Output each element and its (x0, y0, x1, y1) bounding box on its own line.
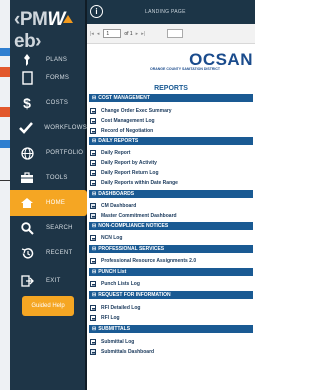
sidebar-item-label: TOOLS (46, 175, 68, 181)
report-icon (90, 118, 96, 124)
report-link[interactable]: NCN Log (90, 233, 254, 243)
report-link[interactable]: Daily Reports within Date Range (90, 178, 254, 188)
report-link[interactable]: Master Commitment Dashboard (90, 211, 254, 221)
report-icon (90, 128, 96, 134)
sidebar-item-tools[interactable]: TOOLS (10, 165, 87, 191)
report-icon (90, 160, 96, 166)
report-icon (90, 305, 96, 311)
page-number-input[interactable]: 1 (103, 29, 122, 38)
section-header[interactable]: ⊟ REQUEST FOR INFORMATION (89, 291, 253, 299)
dashboard-icon (90, 203, 96, 209)
zoom-select[interactable] (167, 29, 183, 38)
report-title: REPORTS (154, 85, 188, 92)
report-link[interactable]: Change Order Exec Summary (90, 106, 254, 116)
top-bar: i LANDING PAGE (87, 0, 255, 24)
document-icon (16, 69, 38, 87)
prev-page-icon[interactable]: ◂ (97, 31, 100, 37)
report-link[interactable]: CM Dashboard (90, 201, 254, 211)
section-header[interactable]: ⊟ PROFESSIONAL SERVICES (89, 245, 253, 253)
report-link[interactable]: Daily Report Return Log (90, 168, 254, 178)
section-header[interactable]: ⊟ DASHBOARDS (89, 190, 253, 198)
sidebar-item-search[interactable]: SEARCH (10, 215, 87, 241)
report-link[interactable]: Daily Report (90, 148, 254, 158)
report-icon (90, 258, 96, 264)
sidebar-item-label: PLANS (46, 57, 68, 63)
sidebar-item-workflows[interactable]: WORKFLOWS (10, 115, 87, 141)
report-icon (90, 339, 96, 345)
next-page-icon[interactable]: ▸ (136, 31, 139, 37)
brand-subtitle: ORANGE COUNTY SANITATION DISTRICT (150, 67, 220, 71)
guided-help-button[interactable]: Guided Help (22, 296, 74, 316)
sidebar-item-label: COSTS (46, 100, 69, 106)
info-icon[interactable]: i (90, 5, 103, 18)
dashboard-icon (90, 349, 96, 355)
report-link[interactable]: Daily Report by Activity (90, 158, 254, 168)
report-icon (90, 180, 96, 186)
report-link[interactable]: Professional Resource Assignments 2.0 (90, 256, 254, 266)
sidebar-item-costs[interactable]: $ COSTS (10, 90, 87, 116)
section-header[interactable]: ⊟ SUBMITTALS (89, 325, 253, 333)
report-icon (90, 235, 96, 241)
report-icon (90, 150, 96, 156)
sidebar-item-portfolio[interactable]: PORTFOLIO (10, 140, 87, 166)
sidebar-item-label: PORTFOLIO (46, 150, 84, 156)
home-icon (16, 194, 38, 212)
globe-icon (16, 144, 38, 162)
report-link[interactable]: Submittals Dashboard (90, 347, 254, 357)
dashboard-icon (90, 213, 96, 219)
dollar-icon: $ (23, 95, 31, 111)
section-header[interactable]: ⊟ NON-COMPLIANCE NOTICES (89, 222, 253, 230)
report-link[interactable]: Punch Lists Log (90, 279, 254, 289)
sidebar-item-exit[interactable]: EXIT (10, 268, 87, 294)
report-pager: |◂ ◂ 1 of 1 ▸ ▸| (87, 24, 255, 44)
report-icon (90, 170, 96, 176)
search-icon (16, 219, 38, 237)
sidebar-item-label: FORMS (46, 75, 70, 81)
page-count: of 1 (124, 30, 133, 37)
sidebar-item-recent[interactable]: RECENT (10, 240, 87, 266)
history-icon (16, 244, 38, 262)
section-header[interactable]: ⊟ COST MANAGEMENT (89, 94, 253, 102)
report-link[interactable]: RFI Log (90, 313, 254, 323)
report-icon (90, 281, 96, 287)
section-header[interactable]: ⊟ DAILY REPORTS (89, 137, 253, 145)
first-page-icon[interactable]: |◂ (90, 31, 94, 37)
report-icon (90, 315, 96, 321)
report-icon (90, 108, 96, 114)
sidebar-item-label: EXIT (46, 278, 61, 284)
check-icon (16, 119, 36, 137)
toolbox-icon (16, 169, 38, 187)
last-page-icon[interactable]: ▸| (141, 31, 145, 37)
report-link[interactable]: Record of Negotiation (90, 126, 254, 136)
report-link[interactable]: Cost Management Log (90, 116, 254, 126)
sidebar-item-forms[interactable]: FORMS (10, 65, 87, 91)
page-title: LANDING PAGE (145, 9, 186, 15)
report-link[interactable]: RFI Detailed Log (90, 303, 254, 313)
section-header[interactable]: ⊟ PUNCH List (89, 268, 253, 276)
pmweb-logo: ‹PMWeb› (10, 0, 87, 52)
sidebar-item-label: SEARCH (46, 225, 73, 231)
sidebar-item-label: HOME (46, 200, 66, 206)
exit-icon (16, 272, 38, 290)
sidebar-item-label: WORKFLOWS (44, 125, 87, 131)
sidebar: ‹PMWeb› PLANS FORMS $ COSTS WORKFLOWS PO… (10, 0, 87, 390)
report-link[interactable]: Submittal Log (90, 337, 254, 347)
sidebar-item-label: RECENT (46, 250, 73, 256)
sidebar-item-home[interactable]: HOME (10, 190, 87, 216)
